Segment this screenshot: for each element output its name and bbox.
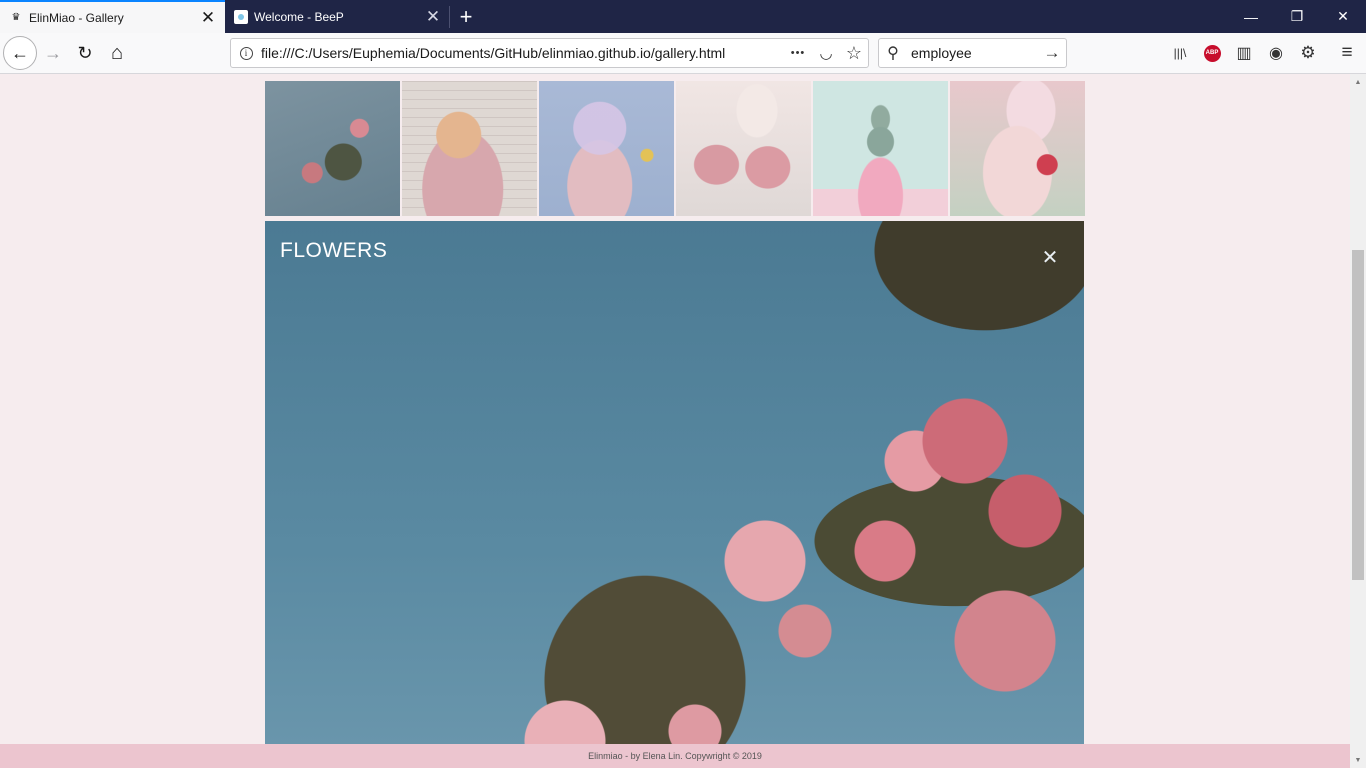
arrow-right-icon: → bbox=[44, 42, 62, 63]
search-bar[interactable]: ⚲ employee → bbox=[878, 38, 1067, 68]
close-tab-icon[interactable]: ✕ bbox=[195, 5, 221, 31]
sidebar-button[interactable]: ▥ bbox=[1228, 37, 1260, 69]
url-text[interactable]: file:///C:/Users/Euphemia/Documents/GitH… bbox=[261, 45, 784, 61]
thumbnail-girl[interactable] bbox=[402, 81, 537, 216]
beep-favicon-icon bbox=[234, 9, 248, 24]
scrollbar-thumb[interactable] bbox=[1352, 250, 1364, 580]
search-input[interactable]: employee bbox=[907, 45, 1038, 61]
info-icon: i bbox=[239, 46, 253, 60]
scroll-up-arrow-icon[interactable]: ▲ bbox=[1350, 74, 1366, 90]
page-content: FLOWERS ✕ Elinmiao - by Elena Lin. Copyw… bbox=[0, 74, 1350, 768]
library-button[interactable]: |||\ bbox=[1164, 37, 1196, 69]
home-button[interactable]: ⌂ bbox=[101, 37, 133, 69]
hamburger-menu-icon: ≡ bbox=[1341, 42, 1353, 63]
thumbnail-cactus[interactable] bbox=[813, 81, 948, 216]
address-bar[interactable]: i file:///C:/Users/Euphemia/Documents/Gi… bbox=[230, 38, 869, 68]
tab-title: ElinMiao - Gallery bbox=[29, 10, 124, 25]
arrow-left-icon: ← bbox=[11, 42, 29, 63]
thumbnail-drinks[interactable] bbox=[676, 81, 811, 216]
restore-button[interactable]: ❐ bbox=[1274, 0, 1320, 33]
scroll-down-arrow-icon[interactable]: ▼ bbox=[1350, 752, 1366, 768]
footer-text: Elinmiao - by Elena Lin. Copywright © 20… bbox=[588, 751, 762, 761]
forward-button[interactable]: → bbox=[37, 37, 69, 69]
vertical-scrollbar[interactable]: ▲ ▼ bbox=[1350, 74, 1366, 768]
navigation-toolbar: ← → ↻ ⌂ i file:///C:/Users/Euphemia/Docu… bbox=[0, 33, 1366, 74]
thumbnail-flowers[interactable] bbox=[265, 81, 400, 216]
page-actions-icon[interactable]: ••• bbox=[784, 39, 812, 67]
gear-icon: ⚙ bbox=[1300, 43, 1316, 62]
home-icon: ⌂ bbox=[110, 41, 124, 64]
expanded-image-viewer: FLOWERS ✕ bbox=[265, 221, 1084, 768]
tab-welcome-beep[interactable]: Welcome - BeeP ✕ bbox=[225, 0, 450, 33]
bookmark-star-icon[interactable]: ☆ bbox=[840, 39, 868, 67]
tab-title: Welcome - BeeP bbox=[254, 9, 344, 24]
new-tab-button[interactable]: + bbox=[452, 0, 480, 33]
account-icon: ◉ bbox=[1269, 45, 1283, 62]
extension-button[interactable]: ⚙ bbox=[1292, 37, 1324, 69]
adblock-button[interactable]: ABP bbox=[1196, 37, 1228, 69]
thumbnail-bubble[interactable] bbox=[539, 81, 674, 216]
close-icon: ✕ bbox=[1041, 247, 1059, 269]
reload-icon: ↻ bbox=[77, 42, 93, 63]
viewer-close-button[interactable]: ✕ bbox=[1041, 247, 1059, 269]
search-icon: ⚲ bbox=[887, 45, 899, 62]
minimize-button[interactable]: — bbox=[1228, 0, 1274, 33]
close-window-button[interactable]: ✕ bbox=[1320, 0, 1366, 33]
crown-icon: ♛ bbox=[11, 12, 21, 23]
sidebar-icon: ▥ bbox=[1236, 45, 1252, 62]
back-button[interactable]: ← bbox=[3, 36, 37, 70]
viewer-title: FLOWERS bbox=[280, 239, 388, 262]
tab-separator bbox=[449, 6, 450, 28]
search-go-icon[interactable]: → bbox=[1038, 39, 1066, 67]
pocket-icon[interactable]: ◡ bbox=[812, 39, 840, 67]
site-info-button[interactable]: i bbox=[231, 46, 261, 60]
menu-button[interactable]: ≡ bbox=[1331, 37, 1363, 69]
close-tab-icon[interactable]: ✕ bbox=[420, 4, 446, 30]
account-button[interactable]: ◉ bbox=[1260, 37, 1292, 69]
reload-button[interactable]: ↻ bbox=[69, 37, 101, 69]
thumbnail-strip bbox=[265, 81, 1085, 216]
library-icon: |||\ bbox=[1173, 46, 1187, 60]
thumbnail-cake[interactable] bbox=[950, 81, 1085, 216]
tab-elinmiao-gallery[interactable]: ♛ ElinMiao - Gallery ✕ bbox=[0, 0, 225, 33]
footer: Elinmiao - by Elena Lin. Copywright © 20… bbox=[0, 744, 1350, 768]
adblock-plus-icon: ABP bbox=[1203, 44, 1221, 62]
tab-bar: ♛ ElinMiao - Gallery ✕ Welcome - BeeP ✕ … bbox=[0, 0, 1366, 33]
